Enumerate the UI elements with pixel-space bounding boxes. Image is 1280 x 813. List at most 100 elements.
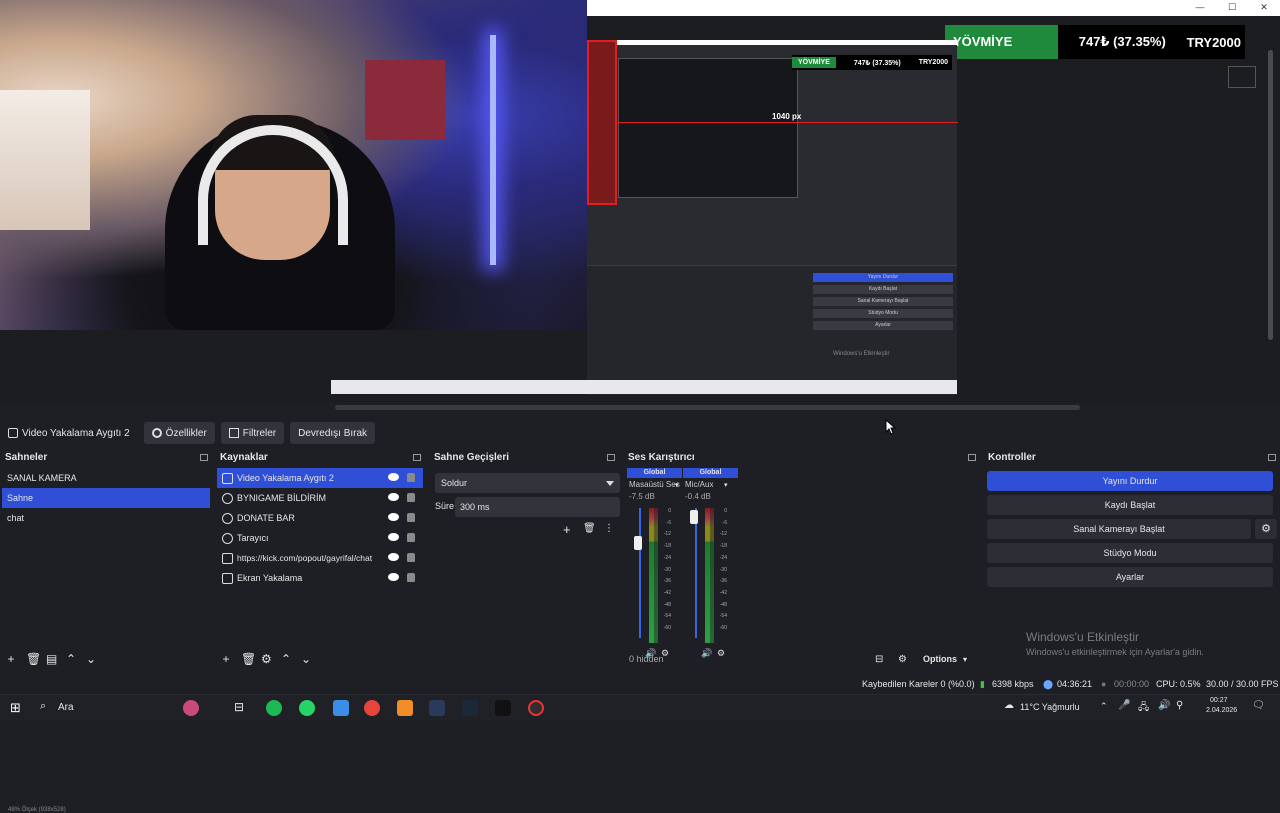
deactivate-button[interactable]: Devredışı Bırak — [290, 422, 376, 444]
more-icon[interactable]: ⋮ — [604, 523, 614, 534]
undock-icon[interactable] — [607, 454, 615, 461]
source-item[interactable]: DONATE BAR — [217, 508, 423, 528]
scene-item[interactable]: chat — [2, 508, 210, 528]
lock-icon[interactable] — [407, 573, 415, 582]
flag-decor — [365, 60, 445, 140]
chevron-down-icon[interactable]: ▾ — [675, 481, 679, 489]
lock-icon[interactable] — [407, 493, 415, 502]
settings-button[interactable]: Ayarlar — [987, 567, 1273, 587]
notification-icon[interactable]: 🗨 — [1252, 700, 1265, 711]
move-down-icon[interactable]: ⌄ — [86, 652, 96, 666]
bluetooth-icon[interactable]: ⚲ — [1176, 700, 1183, 711]
source-item[interactable]: Tarayıcı — [217, 528, 423, 548]
move-up-icon[interactable]: ⌃ — [281, 652, 291, 666]
visibility-eye-icon[interactable] — [388, 513, 399, 521]
minimize-icon[interactable]: — — [1185, 0, 1215, 16]
chevron-down-icon[interactable]: ▾ — [724, 481, 728, 489]
duration-field[interactable]: 300 ms — [455, 497, 620, 517]
undock-icon[interactable] — [413, 454, 421, 461]
filters-button[interactable]: Filtreler — [220, 422, 285, 444]
weather-label[interactable]: 11°C Yağmurlu — [1020, 702, 1080, 712]
volume-fader-track[interactable] — [639, 508, 641, 638]
clock-date[interactable]: 2.04.2026 — [1206, 707, 1237, 714]
maximize-icon[interactable]: ☐ — [1217, 0, 1247, 16]
add-icon[interactable]: + — [563, 522, 571, 537]
preview-hscroll[interactable] — [335, 405, 1080, 410]
properties-button[interactable]: Özellikler — [143, 422, 215, 444]
nested-controls: Yayını Durdur Kaydı Başlat Sanal Kameray… — [813, 265, 957, 357]
whatsapp-icon[interactable] — [299, 700, 315, 716]
tray-chevron-icon[interactable]: ⌃ — [1100, 701, 1108, 712]
move-up-icon[interactable]: ⌃ — [66, 652, 76, 666]
app-icon[interactable] — [429, 700, 445, 716]
visibility-eye-icon[interactable] — [388, 553, 399, 561]
virtual-camera-settings-button[interactable]: ⚙ — [1255, 519, 1277, 539]
visibility-eye-icon[interactable] — [388, 473, 399, 481]
mixer-dock: Ses Karıştırıcı Global Masaüstü Ses ▾ -7… — [623, 451, 980, 671]
nested-preview — [618, 58, 798, 198]
visibility-eye-icon[interactable] — [388, 573, 399, 581]
app-icon[interactable] — [397, 700, 413, 716]
start-recording-button[interactable]: Kaydı Başlat — [987, 495, 1273, 515]
chat-overlay-thumb — [1228, 66, 1256, 88]
trash-icon[interactable]: 🗑 — [583, 523, 596, 534]
transition-select[interactable]: Soldur — [435, 473, 620, 493]
app-icon[interactable] — [495, 700, 511, 716]
clock-time[interactable]: 00:27 — [1210, 697, 1228, 704]
filter-icon[interactable]: ▤ — [46, 652, 57, 666]
volume-fader-handle[interactable] — [634, 535, 642, 550]
lock-icon[interactable] — [407, 513, 415, 522]
source-item[interactable]: BYNIGAME BİLDİRİM — [217, 488, 423, 508]
trash-icon[interactable]: 🗑 — [26, 652, 41, 666]
network-icon[interactable]: 🖧 — [1138, 700, 1149, 717]
lock-icon[interactable] — [407, 533, 415, 542]
start-virtual-camera-button[interactable]: Sanal Kamerayı Başlat — [987, 519, 1251, 539]
nested-obs-capture: YÖVMİYE 747₺ (37.35%) TRY2000 1040 px Ya… — [331, 40, 958, 395]
filter-icon — [228, 428, 239, 438]
preview-vscroll[interactable] — [1268, 50, 1273, 340]
search-icon[interactable]: ⌕ — [40, 700, 46, 713]
move-down-icon[interactable]: ⌄ — [301, 652, 311, 666]
visibility-eye-icon[interactable] — [388, 493, 399, 501]
stop-stream-button[interactable]: Yayını Durdur — [987, 471, 1273, 491]
gear-icon[interactable]: ⚙ — [261, 652, 272, 666]
close-icon[interactable]: ✕ — [1249, 0, 1279, 16]
undock-icon[interactable] — [968, 454, 976, 461]
add-icon[interactable]: + — [221, 652, 231, 666]
lock-icon[interactable] — [407, 553, 415, 562]
undock-icon[interactable] — [200, 454, 208, 461]
source-item[interactable]: Video Yakalama Aygıtı 2 — [217, 468, 423, 488]
undock-icon[interactable] — [1268, 454, 1276, 461]
spotify-icon[interactable] — [266, 700, 282, 716]
scene-item-selected[interactable]: Sahne — [2, 488, 210, 508]
mic-icon[interactable]: 🎤 — [1118, 700, 1130, 711]
chrome-icon[interactable] — [364, 700, 380, 716]
volume-fader-track[interactable] — [695, 508, 697, 638]
trash-icon[interactable]: 🗑 — [241, 652, 256, 666]
visibility-eye-icon[interactable] — [388, 533, 399, 541]
taskbar-search-label[interactable]: Ara — [58, 702, 74, 713]
options-button[interactable]: Options — [923, 654, 957, 664]
program-preview[interactable]: — ☐ ✕ YÖVMİYE 747₺ (37.35%) TRY2000 YÖVM… — [0, 0, 1280, 403]
volume-icon[interactable]: 🔊 — [1158, 700, 1170, 711]
duration-value: 300 ms — [460, 502, 490, 512]
current-source-label: Video Yakalama Aygıtı 2 — [22, 427, 130, 439]
volume-fader-handle[interactable] — [690, 510, 698, 525]
layout-icon[interactable]: ⊟ — [875, 654, 883, 665]
obs-icon[interactable] — [528, 700, 544, 716]
gear-icon[interactable]: ⚙ — [898, 654, 907, 665]
scene-item[interactable]: SANAL KAMERA — [2, 468, 210, 488]
source-item[interactable]: Ekran Yakalama — [217, 568, 423, 588]
widget-icon[interactable] — [183, 700, 199, 716]
source-item[interactable]: https://kick.com/popout/gayrifal/chat — [217, 548, 423, 568]
task-view-icon[interactable]: ⊟ — [234, 700, 244, 714]
steam-icon[interactable] — [462, 700, 478, 716]
deactivate-label: Devredışı Bırak — [298, 427, 368, 439]
add-icon[interactable]: + — [6, 652, 16, 666]
chevron-down-icon — [606, 481, 614, 486]
file-explorer-icon[interactable] — [333, 700, 349, 716]
chevron-down-icon[interactable]: ▾ — [963, 655, 967, 664]
windows-start-icon[interactable]: ⊞ — [10, 700, 21, 716]
lock-icon[interactable] — [407, 473, 415, 482]
studio-mode-button[interactable]: Stüdyo Modu — [987, 543, 1273, 563]
